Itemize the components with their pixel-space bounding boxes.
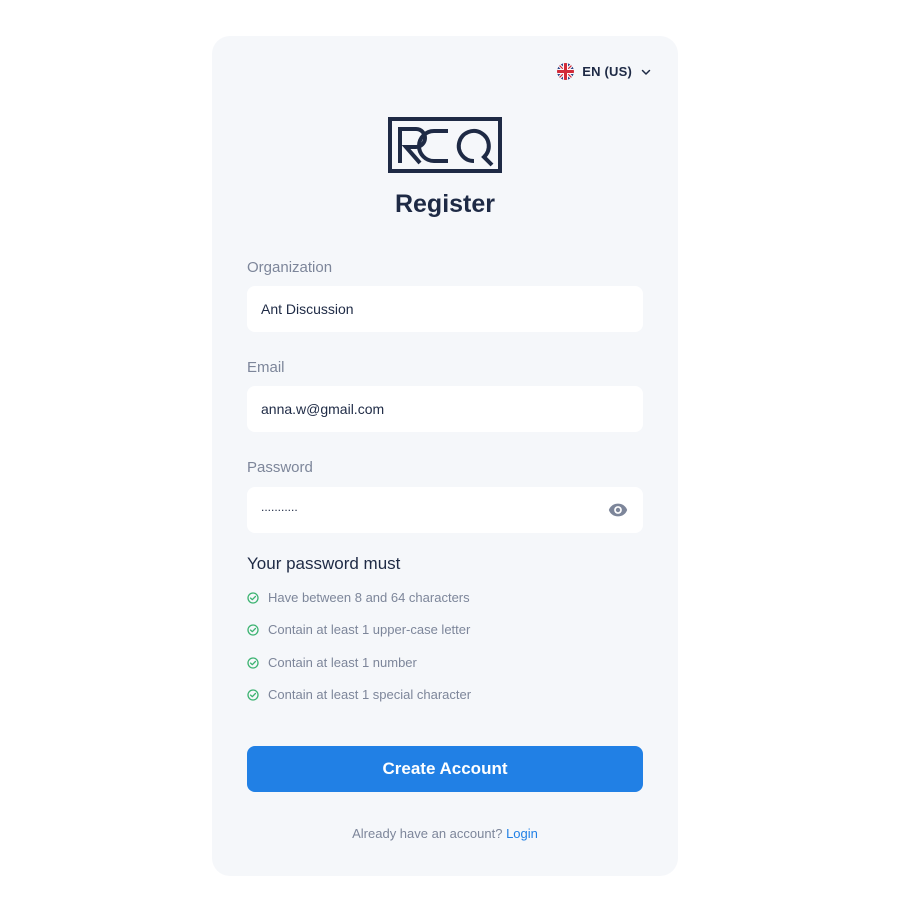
login-link[interactable]: Login [506, 826, 538, 841]
password-label: Password [247, 459, 313, 476]
language-label: EN (US) [582, 64, 632, 79]
login-prompt-text: Already have an account? [352, 826, 503, 841]
organization-input[interactable]: Ant Discussion [247, 286, 643, 332]
login-prompt: Already have an account? Login [212, 826, 678, 841]
register-card: EN (US) Register Organization Ant Discus… [212, 36, 678, 876]
email-input[interactable]: anna.w@gmail.com [247, 386, 643, 432]
page-title: Register [394, 190, 496, 218]
check-circle-icon [247, 591, 259, 604]
uk-flag-icon [557, 63, 575, 80]
password-input[interactable]: ........... [247, 487, 643, 533]
check-circle-icon [247, 688, 259, 701]
password-rule-text: Contain at least 1 special character [268, 687, 472, 702]
password-rule-text: Contain at least 1 upper-case letter [268, 622, 471, 637]
organization-value: Ant Discussion [261, 301, 354, 317]
password-rules-title: Your password must [247, 554, 401, 573]
email-value: anna.w@gmail.com [261, 401, 385, 417]
check-circle-icon [247, 656, 259, 669]
password-rule-text: Have between 8 and 64 characters [268, 590, 470, 605]
password-rule-text: Contain at least 1 number [268, 655, 417, 670]
email-label: Email [247, 359, 285, 376]
organization-label: Organization [247, 259, 333, 276]
password-rule-item: Contain at least 1 upper-case letter [247, 622, 470, 637]
eye-icon[interactable] [607, 499, 629, 521]
chevron-down-icon [641, 69, 651, 75]
password-value: ........... [261, 500, 298, 514]
password-rule-item: Have between 8 and 64 characters [247, 590, 470, 605]
create-account-button[interactable]: Create Account [247, 746, 643, 792]
check-circle-icon [247, 623, 259, 636]
roq-logo [388, 117, 502, 173]
language-selector[interactable]: EN (US) [557, 63, 652, 80]
password-rule-item: Contain at least 1 number [247, 655, 417, 670]
password-rule-item: Contain at least 1 special character [247, 687, 471, 702]
